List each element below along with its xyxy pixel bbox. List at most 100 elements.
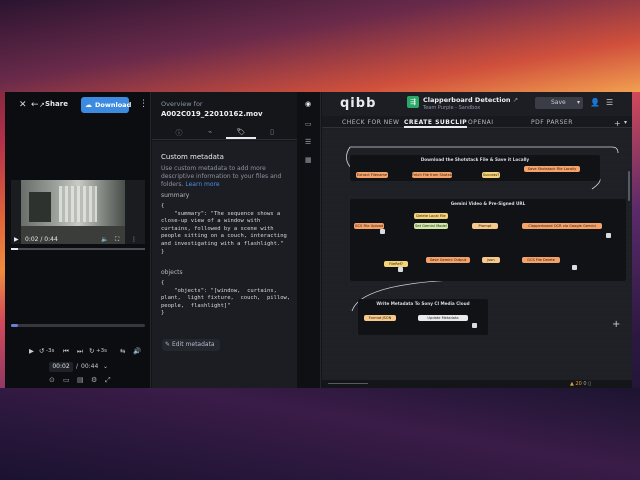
node-delete-local[interactable]: Delete Local File — [414, 213, 448, 219]
edit-metadata-label: Edit metadata — [172, 341, 215, 348]
node-save-local[interactable]: Save Shotstack File Locally — [524, 166, 580, 172]
menu-icon[interactable]: ☰ — [606, 98, 613, 107]
canvas-scrollbar[interactable] — [628, 171, 630, 201]
frame-window — [29, 192, 51, 222]
flow-team: Team Purple - Sandbox — [423, 105, 481, 111]
objects-value: { "objects": "[window, curtains, plant, … — [161, 280, 291, 317]
objects-key: objects — [161, 269, 183, 276]
list-icon[interactable]: ☰ — [305, 138, 311, 146]
grid-icon[interactable]: ▦ — [305, 156, 312, 164]
eye-icon[interactable]: ◉ — [305, 100, 311, 108]
timecode-separator: / — [76, 363, 79, 370]
loop-icon[interactable]: ⇆ — [120, 347, 125, 355]
tabs-dropdown-icon[interactable]: ▾ — [624, 119, 627, 126]
chat-icon[interactable]: ▭ — [305, 120, 312, 128]
node-gemini-ocr[interactable]: Clapperboard OCR via Google Gemini — [522, 223, 602, 229]
summary-value: { "summary": "The sequence shows a close… — [161, 203, 287, 255]
node-gcs-delete[interactable]: GCS File Delete — [522, 257, 560, 263]
node-prompt[interactable]: Prompt — [472, 223, 498, 229]
expand-icon[interactable]: ⤢ — [105, 376, 111, 385]
settings-icon[interactable]: ⚙ — [91, 376, 97, 384]
sidebar-toggle-icon[interactable]: ▯ — [588, 381, 591, 387]
flow-canvas[interactable]: Download the Shotstack File & Save it Lo… — [322, 129, 632, 380]
preview-panel: ✕ ← ↗ Share ☁ Download ⋮ ▶ 0:02 / 0:44 🔈… — [5, 92, 151, 388]
info-icon[interactable]: ⓘ — [164, 128, 194, 139]
status-indicators: ▲ 20 0 ▯ — [570, 380, 591, 388]
zoom-plus-icon[interactable]: + — [612, 319, 620, 330]
speed-icon[interactable]: ⊙ — [49, 376, 55, 384]
node-format-json[interactable]: Format JSON — [364, 315, 396, 321]
chevron-down-icon[interactable]: ⌄ — [103, 362, 108, 372]
node-save-gemini-output[interactable]: Save Gemini Output — [426, 257, 470, 263]
fullscreen-icon[interactable]: ⛶ — [115, 236, 119, 244]
learn-more-link[interactable]: Learn more — [185, 181, 219, 188]
group-gemini-video[interactable]: Gemini Video & Pre-Signed URL — [350, 199, 626, 281]
overview-filename: A002C019_22010162.mov — [161, 110, 263, 118]
node-success[interactable]: Success? — [482, 172, 500, 178]
node-fetch-file[interactable]: Fetch File from Shotstack — [412, 172, 452, 178]
play-icon-large[interactable]: ▶ — [29, 347, 34, 355]
workflow-editor: qibb ⇶ Clapperboard Detection ↗ Team Pur… — [322, 92, 632, 388]
warning-icon[interactable]: ▲ — [570, 381, 574, 387]
timeline-bar[interactable] — [11, 324, 145, 327]
desktop-wallpaper — [0, 0, 640, 92]
play-icon[interactable]: ▶ — [14, 236, 19, 243]
share-button[interactable]: Share — [45, 100, 68, 108]
forward-icon[interactable]: ↻ — [89, 347, 94, 355]
skip-forward-label[interactable]: +3s — [96, 348, 107, 354]
flow-tabs: CHECK FOR NEW CREATE SUBCLIP OPENAI PDF … — [322, 116, 632, 128]
cloud-download-icon: ☁ — [85, 101, 92, 109]
tab-openai[interactable]: OPENAI — [468, 119, 494, 126]
app-window: ✕ ← ↗ Share ☁ Download ⋮ ▶ 0:02 / 0:44 🔈… — [5, 92, 632, 388]
add-tab-icon[interactable]: + — [614, 119, 621, 128]
user-icon[interactable]: 👤 — [590, 98, 600, 107]
debug-node-square[interactable] — [380, 229, 385, 234]
flow-name: Clapperboard Detection — [423, 96, 511, 104]
arrow-left-icon[interactable]: ← — [31, 100, 39, 110]
activity-icon[interactable]: ⌁ — [195, 128, 225, 139]
overview-label: Overview for — [161, 100, 203, 108]
close-icon[interactable]: ✕ — [19, 100, 27, 110]
save-button[interactable]: Save ▾ — [535, 97, 583, 109]
video-scrub-bar[interactable] — [11, 248, 145, 250]
frame-back-icon[interactable]: ⏮ — [63, 347, 69, 356]
debug-node-square[interactable] — [398, 267, 403, 272]
external-link-icon[interactable]: ↗ — [513, 96, 518, 104]
skip-back-label[interactable]: -3s — [46, 348, 54, 354]
frame-curtain — [59, 186, 97, 222]
document-icon[interactable]: ▯ — [257, 128, 287, 139]
more-vertical-icon[interactable]: ⋮ — [131, 236, 137, 243]
volume-icon-large[interactable]: 🔊 — [133, 347, 141, 355]
chevron-down-icon[interactable]: ▾ — [577, 97, 580, 109]
caption-icon[interactable]: ▤ — [77, 376, 84, 384]
debug-node-square[interactable] — [606, 233, 611, 238]
timecode-current[interactable]: 00:02 — [49, 362, 73, 372]
frame-forward-icon[interactable]: ⏭ — [77, 347, 83, 356]
node-json[interactable]: json — [482, 257, 500, 263]
edit-metadata-button[interactable]: ✎ Edit metadata — [162, 339, 220, 351]
tab-check-for-new[interactable]: CHECK FOR NEW — [342, 119, 400, 126]
volume-icon[interactable]: 🔈 — [101, 236, 108, 243]
debug-node-square[interactable] — [472, 323, 477, 328]
desktop-wallpaper-bottom — [0, 388, 640, 480]
node-gcs-upload[interactable]: GCS File Upload — [354, 223, 384, 229]
horizontal-scrollbar[interactable] — [328, 383, 368, 384]
metadata-panel: Overview for A002C019_22010162.mov ⓘ ⌁ 🏷… — [152, 92, 297, 388]
error-count: 0 — [583, 381, 587, 387]
comment-icon[interactable]: ▭ — [63, 376, 70, 384]
node-gemini-model[interactable]: Set Gemini Model — [414, 223, 448, 229]
flow-title: Clapperboard Detection ↗ — [423, 96, 518, 104]
tab-pdf-parser[interactable]: PDF PARSER — [531, 119, 573, 126]
node-extract-filename[interactable]: Extract Filename — [356, 172, 388, 178]
video-player[interactable] — [11, 180, 145, 244]
group-title: Gemini Video & Pre-Signed URL — [450, 201, 526, 206]
tab-create-subclip[interactable]: CREATE SUBCLIP — [404, 119, 468, 128]
more-icon[interactable]: ⋮ — [139, 99, 148, 109]
node-update-metadata[interactable]: Update Metadata — [418, 315, 468, 321]
download-button[interactable]: ☁ Download — [81, 97, 131, 113]
rewind-icon[interactable]: ↺ — [39, 347, 44, 355]
tag-icon[interactable]: 🏷 — [226, 128, 256, 139]
timeline-progress — [11, 324, 18, 327]
node-fileref[interactable]: FileRef? — [384, 261, 408, 267]
debug-node-square[interactable] — [572, 265, 577, 270]
